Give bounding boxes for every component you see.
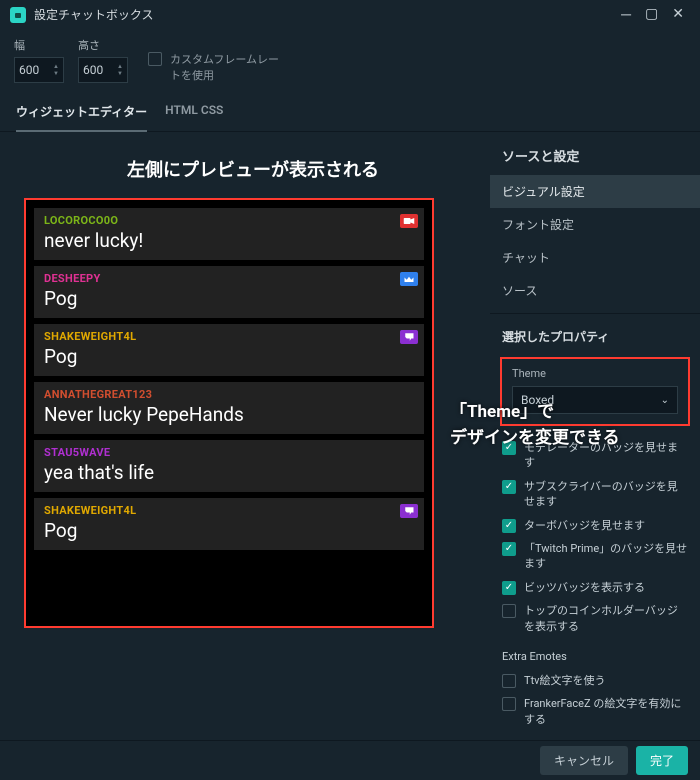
preview-area: 左側にプレビューが表示される LOCOROCO0O never lucky! DES… — [0, 132, 490, 752]
chat-message: LOCOROCO0O never lucky! — [34, 208, 424, 260]
chat-username: DESHEEPY — [44, 272, 414, 285]
tab-widget-editor[interactable]: ウィジェットエディター — [16, 95, 147, 132]
chat-text: Never lucky PepeHands — [44, 403, 414, 426]
editor-tabs: ウィジェットエディター HTML CSS — [0, 95, 700, 132]
user-badge-icon — [400, 504, 418, 518]
chat-username: SHAKEWEIGHT4L — [44, 330, 414, 343]
custom-framerate-checkbox[interactable]: カスタムフレームレートを使用 — [148, 51, 288, 83]
chat-username: SHAKEWEIGHT4L — [44, 504, 414, 517]
checkbox-icon — [502, 480, 516, 494]
check-sub-badge[interactable]: サブスクライバーのバッジを見せます — [490, 475, 700, 514]
check-prime-badge[interactable]: 「Twitch Prime」のバッジを見せます — [490, 537, 700, 576]
chat-message: DESHEEPY Pog — [34, 266, 424, 318]
window-title: 設定チャットボックス — [34, 6, 154, 23]
annotation-theme: 「Theme」で デザインを変更できる — [450, 400, 700, 451]
check-bits-badge[interactable]: ビッツバッジを表示する — [490, 576, 700, 599]
checkbox-icon — [502, 519, 516, 533]
check-ffz[interactable]: FrankerFaceZ の絵文字を有効にする — [490, 692, 700, 731]
chat-message: SHAKEWEIGHT4L Pog — [34, 324, 424, 376]
chat-text: Pog — [44, 287, 414, 310]
chat-message: ANNATHEGREAT123 Never lucky PepeHands — [34, 382, 424, 434]
extra-emotes-header: Extra Emotes — [490, 638, 700, 669]
annotation-preview: 左側にプレビューが表示される — [24, 156, 482, 182]
checkbox-icon — [502, 674, 516, 688]
chat-preview: LOCOROCO0Onever lucky!DESHEEPYPogSHAKEWE… — [24, 198, 434, 628]
maximize-button[interactable]: ▢ — [645, 6, 658, 23]
dialog-footer: キャンセル 完了 — [0, 740, 700, 780]
dimension-controls: 幅 600 ▲▼ 高さ 600 ▲▼ カスタムフレームレートを使用 — [0, 29, 700, 95]
chat-message: SHAKEWEIGHT4L Pog — [34, 498, 424, 550]
cancel-button[interactable]: キャンセル — [540, 746, 628, 775]
width-stepper[interactable]: ▲▼ — [53, 64, 59, 77]
check-turbo-badge[interactable]: ターボバッジを見せます — [490, 514, 700, 537]
nav-chat[interactable]: チャット — [490, 241, 700, 274]
properties-header: 選択したプロパティ — [490, 313, 700, 353]
height-input[interactable]: 600 ▲▼ — [78, 57, 128, 83]
user-badge-icon — [400, 214, 418, 228]
chat-username: LOCOROCO0O — [44, 214, 414, 227]
done-button[interactable]: 完了 — [636, 746, 688, 775]
chat-username: STAU5WAVE — [44, 446, 414, 459]
checkbox-icon — [148, 52, 162, 66]
checkbox-icon — [502, 581, 516, 595]
chat-text: Pog — [44, 345, 414, 368]
close-button[interactable]: ✕ — [672, 6, 684, 23]
minimize-button[interactable]: ─ — [621, 6, 631, 23]
theme-label: Theme — [512, 367, 678, 380]
tab-html-css[interactable]: HTML CSS — [165, 95, 223, 131]
check-topcoin-badge[interactable]: トップのコインホルダーバッジを表示する — [490, 599, 700, 638]
height-stepper[interactable]: ▲▼ — [117, 64, 123, 77]
nav-font-settings[interactable]: フォント設定 — [490, 208, 700, 241]
checkbox-icon — [502, 604, 516, 618]
nav-source[interactable]: ソース — [490, 274, 700, 307]
user-badge-icon — [400, 272, 418, 286]
height-label: 高さ — [78, 37, 128, 53]
settings-header: ソースと設定 — [490, 138, 700, 175]
titlebar: 設定チャットボックス ─ ▢ ✕ — [0, 0, 700, 29]
checkbox-icon — [502, 542, 516, 556]
checkbox-icon — [502, 697, 516, 711]
check-ttv[interactable]: Ttv絵文字を使う — [490, 669, 700, 692]
chat-username: ANNATHEGREAT123 — [44, 388, 414, 401]
user-badge-icon — [400, 330, 418, 344]
chat-text: Pog — [44, 519, 414, 542]
chat-text: never lucky! — [44, 229, 414, 252]
chat-text: yea that's life — [44, 461, 414, 484]
chat-message: STAU5WAVE yea that's life — [34, 440, 424, 492]
width-input[interactable]: 600 ▲▼ — [14, 57, 64, 83]
nav-visual-settings[interactable]: ビジュアル設定 — [490, 175, 700, 208]
app-icon — [10, 7, 26, 23]
width-label: 幅 — [14, 37, 64, 53]
